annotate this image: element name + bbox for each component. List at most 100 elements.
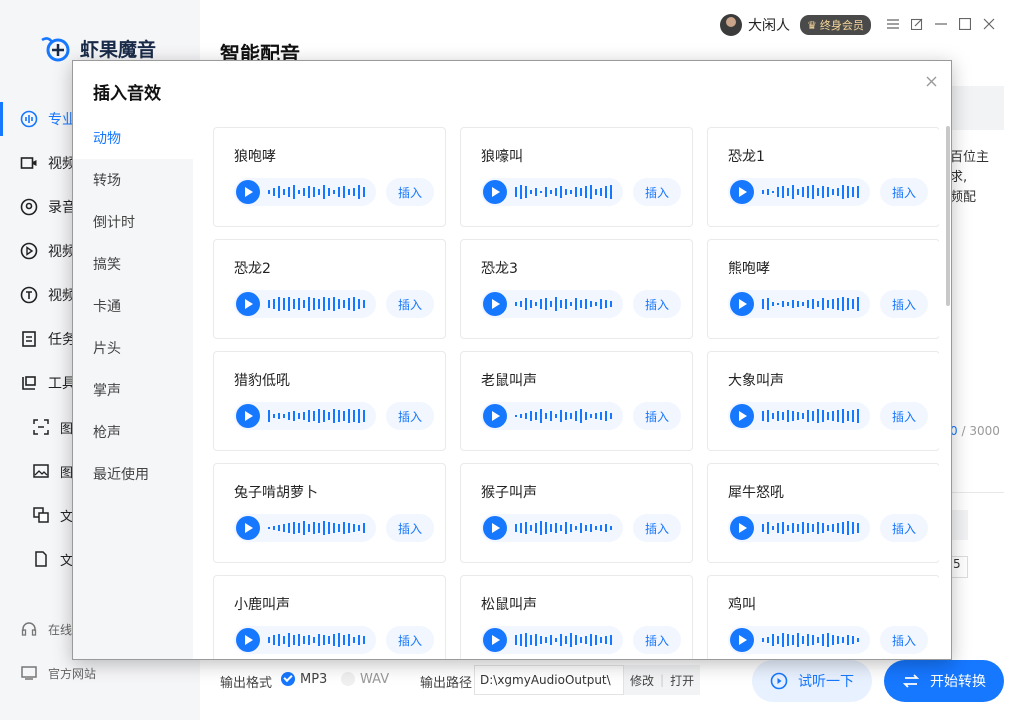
menu-icon[interactable] <box>886 17 900 31</box>
insert-button[interactable]: 插入 <box>386 178 434 206</box>
play-icon[interactable] <box>730 516 754 540</box>
insert-button[interactable]: 插入 <box>633 626 681 654</box>
maximize-icon[interactable] <box>958 17 972 31</box>
open-path-button[interactable]: 打开 <box>664 672 700 689</box>
sound-effect-name: 鸡叫 <box>728 597 756 613</box>
insert-button[interactable]: 插入 <box>880 178 928 206</box>
insert-button[interactable]: 插入 <box>386 626 434 654</box>
insert-button[interactable]: 插入 <box>633 402 681 430</box>
category-item[interactable]: 片头 <box>73 327 193 369</box>
audio-player <box>234 178 376 206</box>
app-name: 虾果魔音 <box>80 38 157 61</box>
play-icon[interactable] <box>483 404 507 428</box>
insert-button[interactable]: 插入 <box>633 290 681 318</box>
insert-button[interactable]: 插入 <box>386 290 434 318</box>
sound-effect-name: 松鼠叫声 <box>481 597 537 613</box>
insert-button[interactable]: 插入 <box>880 290 928 318</box>
category-item[interactable]: 枪声 <box>73 411 193 453</box>
minimize-icon[interactable] <box>934 17 948 31</box>
sound-effect-card[interactable]: 恐龙3 插入 <box>460 239 693 339</box>
format-wav-radio[interactable] <box>341 672 355 686</box>
insert-button[interactable]: 插入 <box>880 626 928 654</box>
avatar[interactable] <box>720 14 742 36</box>
category-item[interactable]: 动物 <box>73 117 193 159</box>
category-item[interactable]: 搞笑 <box>73 243 193 285</box>
toolbox-icon <box>20 374 38 392</box>
sound-effect-name: 熊咆哮 <box>728 261 770 277</box>
format-wav-label[interactable]: WAV <box>360 672 389 687</box>
play-icon[interactable] <box>236 404 260 428</box>
grid-scrollbar[interactable] <box>946 126 950 306</box>
sidebar-item-label: 在线 <box>48 622 73 637</box>
start-convert-button[interactable]: 开始转换 <box>884 660 1004 702</box>
play-icon[interactable] <box>730 292 754 316</box>
play-icon[interactable] <box>483 180 507 204</box>
format-mp3-radio[interactable] <box>281 672 295 686</box>
sound-effect-card[interactable]: 熊咆哮插入 <box>707 239 939 339</box>
close-window-icon[interactable] <box>982 17 996 31</box>
bg-text-line: 求, <box>950 170 968 185</box>
audio-player <box>728 402 870 430</box>
user-info[interactable]: 大闲人 ♛ 终身会员 <box>720 14 871 36</box>
setting-field[interactable] <box>950 510 968 540</box>
setting-value[interactable]: 5 <box>950 556 968 578</box>
sound-effect-card[interactable]: 大象叫声 插入 <box>707 351 939 451</box>
vip-badge[interactable]: ♛ 终身会员 <box>800 15 871 35</box>
monitor-icon <box>20 664 38 682</box>
preview-button[interactable]: 试听一下 <box>752 660 872 702</box>
waveform-icon <box>515 521 612 535</box>
sound-effect-card[interactable]: 兔子啃胡萝卜 插入 <box>213 463 446 563</box>
insert-button[interactable]: 插入 <box>633 178 681 206</box>
play-icon[interactable] <box>730 404 754 428</box>
sound-effect-card[interactable]: 猎豹低吼插入 <box>213 351 446 451</box>
voice-icon <box>20 110 38 128</box>
audio-player <box>481 626 623 654</box>
insert-button[interactable]: 插入 <box>633 514 681 542</box>
output-path-field[interactable]: D:\xgmyAudioOutput\ <box>474 665 624 695</box>
sound-effect-card[interactable]: 鸡叫插入 <box>707 575 939 659</box>
sound-effect-name: 狼咆哮 <box>234 149 276 165</box>
modify-path-button[interactable]: 修改 <box>624 672 660 689</box>
video-icon <box>20 154 38 172</box>
sound-effect-card[interactable]: 恐龙2 插入 <box>213 239 446 339</box>
play-icon[interactable] <box>730 628 754 652</box>
insert-button[interactable]: 插入 <box>880 514 928 542</box>
crown-icon: ♛ <box>807 18 817 32</box>
shrimp-logo-icon <box>41 37 70 62</box>
play-icon[interactable] <box>483 516 507 540</box>
text-icon <box>32 506 50 524</box>
sound-effect-card[interactable]: 老鼠叫声插入 <box>460 351 693 451</box>
play-icon[interactable] <box>483 628 507 652</box>
play-icon[interactable] <box>236 180 260 204</box>
sound-effect-name: 恐龙3 <box>481 261 518 277</box>
feedback-icon[interactable] <box>910 17 924 31</box>
sound-effect-name: 猎豹低吼 <box>234 373 290 389</box>
category-item[interactable]: 掌声 <box>73 369 193 411</box>
category-item[interactable]: 最近使用 <box>73 453 193 495</box>
play-icon[interactable] <box>483 292 507 316</box>
play-icon[interactable] <box>730 180 754 204</box>
play-icon[interactable] <box>236 292 260 316</box>
insert-button[interactable]: 插入 <box>386 402 434 430</box>
format-mp3-label[interactable]: MP3 <box>300 672 327 687</box>
play-icon[interactable] <box>236 628 260 652</box>
category-item[interactable]: 转场 <box>73 159 193 201</box>
category-item[interactable]: 卡通 <box>73 285 193 327</box>
sound-effect-card[interactable]: 松鼠叫声插入 <box>460 575 693 659</box>
sound-effect-card[interactable]: 猴子叫声 插入 <box>460 463 693 563</box>
sound-effect-card[interactable]: 小鹿叫声 插入 <box>213 575 446 659</box>
output-path-label: 输出路径 <box>420 676 473 691</box>
close-icon[interactable] <box>923 73 939 89</box>
category-item[interactable]: 倒计时 <box>73 201 193 243</box>
waveform-icon <box>762 633 859 647</box>
sound-effect-card[interactable]: 狼咆哮插入 <box>213 127 446 227</box>
sound-effect-card[interactable]: 恐龙1 插入 <box>707 127 939 227</box>
play-icon[interactable] <box>236 516 260 540</box>
sound-effect-card[interactable]: 狼嚎叫 插入 <box>460 127 693 227</box>
insert-button[interactable]: 插入 <box>880 402 928 430</box>
sound-effect-name: 老鼠叫声 <box>481 373 537 389</box>
sound-effect-card[interactable]: 犀牛怒吼 插入 <box>707 463 939 563</box>
waveform-icon <box>268 521 365 535</box>
sound-effect-name: 恐龙1 <box>728 149 765 165</box>
insert-button[interactable]: 插入 <box>386 514 434 542</box>
